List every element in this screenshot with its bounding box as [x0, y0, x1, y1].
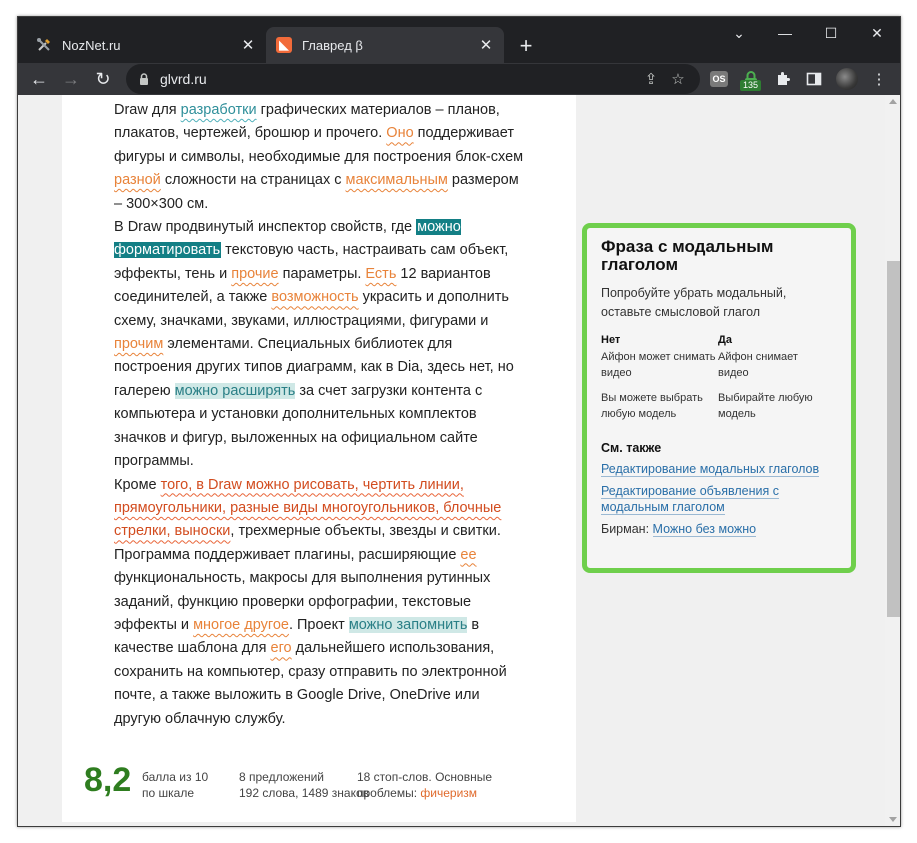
stopword-summary: 18 стоп-слов. Основные проблемы: фичериз… [357, 769, 492, 801]
avatar[interactable] [836, 68, 858, 90]
chevron-down-icon[interactable]: ⌄ [716, 17, 762, 49]
warning-word[interactable]: прочим [114, 336, 163, 352]
warning-word[interactable]: разной [114, 172, 161, 188]
author-link[interactable]: Можно без можно [652, 521, 757, 537]
text-counts: 8 предложений 192 слова, 1489 знаков [239, 769, 369, 801]
extension-badge: 135 [740, 80, 762, 91]
text-run: сложности на страницах с [160, 172, 346, 189]
highlighted-phrase[interactable]: можно запомнить [348, 616, 468, 633]
highlighted-phrase[interactable]: можно расширять [174, 382, 296, 399]
editor-paper: Draw для разработки графических материал… [62, 95, 576, 822]
score-caption: балла из 10 по шкале [142, 769, 208, 801]
example-no: Айфон может снимать видео [601, 350, 716, 380]
url-text: glvrd.ru [160, 71, 207, 87]
new-tab-button[interactable]: + [512, 32, 540, 60]
no-header: Нет [601, 334, 621, 346]
glvrd-icon: ◣ [276, 37, 292, 53]
lock-icon [140, 73, 148, 85]
text-run: . Проект [288, 616, 349, 633]
author-label: Бирман: [601, 521, 650, 536]
warning-word[interactable]: многое другое [193, 617, 289, 633]
side-panel-icon[interactable] [803, 68, 825, 90]
see-also-link[interactable]: Редактирование модальных глаголов [601, 461, 820, 477]
tab-glvrd[interactable]: ◣ Главред β ✕ [266, 27, 504, 63]
score-caption-line: по шкале [142, 786, 194, 800]
star-icon[interactable]: ☆ [668, 69, 688, 89]
text-run: параметры. [278, 265, 366, 282]
article-paragraph: Draw для разработки графических материал… [114, 99, 524, 216]
scroll-thumb[interactable] [887, 261, 900, 617]
extension-os-icon[interactable]: OS [710, 71, 728, 87]
warning-word[interactable]: Оно [386, 125, 413, 141]
scrollbar[interactable] [885, 95, 900, 826]
window-close-button[interactable]: ✕ [854, 17, 900, 49]
article-paragraph: В Draw продвинутый инспектор свойств, гд… [114, 216, 524, 473]
score-caption-line: балла из 10 [142, 770, 209, 784]
examples-grid: Нет Да Айфон может снимать видео Айфон с… [601, 332, 837, 431]
stats-panel: 8,2 балла из 10 по шкале 8 предложений 1… [84, 759, 554, 809]
info-word[interactable]: разработки [181, 102, 257, 118]
back-button[interactable]: ← [25, 65, 53, 93]
word-count: 192 слова, 1489 знаков [239, 786, 370, 800]
tools-icon [36, 37, 52, 53]
sentence-count: 8 предложений [239, 770, 325, 784]
text-run: Draw для [114, 102, 181, 118]
warning-word[interactable]: возможность [271, 289, 358, 305]
page-viewport: Draw для разработки графических материал… [18, 95, 900, 826]
text-run: Кроме [114, 476, 161, 493]
see-also-heading: См. также [601, 440, 662, 455]
address-bar[interactable]: glvrd.ru ⇪ ☆ [126, 64, 700, 94]
article-text[interactable]: Draw для разработки графических материал… [114, 99, 524, 731]
problems-label: проблемы: [357, 786, 418, 800]
minimize-button[interactable]: — [762, 17, 808, 49]
see-also-link[interactable]: Редактирование объявления с модальным гл… [601, 483, 779, 515]
score-value: 8,2 [84, 761, 132, 799]
yes-header: Да [718, 334, 732, 346]
warning-word[interactable]: его [271, 640, 292, 656]
tab-title: Главред β [302, 37, 363, 53]
text-run: В Draw продвинутый инспектор свойств, гд… [114, 219, 417, 236]
warning-word[interactable]: максимальным [346, 172, 448, 188]
rule-title: Фраза с модальным глаголом [601, 237, 774, 274]
close-icon[interactable]: ✕ [478, 37, 494, 54]
maximize-button[interactable]: ☐ [808, 17, 854, 49]
puzzle-icon[interactable] [772, 68, 794, 90]
rule-tooltip-card: Фраза с модальным глаголом Попробуйте уб… [582, 223, 856, 573]
scroll-down-icon[interactable] [889, 817, 897, 822]
warning-word[interactable]: прочие [231, 266, 278, 282]
rule-description: Попробуйте убрать модальный, оставьте см… [601, 286, 787, 319]
reload-button[interactable]: ↻ [89, 65, 117, 93]
warning-word[interactable]: Есть [365, 266, 396, 282]
browser-toolbar: ← → ↻ glvrd.ru ⇪ ☆ OS 135 ⋮ [18, 63, 900, 95]
problem-link[interactable]: фичеризм [420, 786, 477, 800]
tab-strip: NozNet.ru ✕ ◣ Главред β ✕ + ⌄ — ☐ ✕ [18, 17, 900, 63]
example-yes: Айфон снимает видео [718, 350, 798, 380]
scroll-up-icon[interactable] [889, 99, 897, 104]
browser-window: NozNet.ru ✕ ◣ Главред β ✕ + ⌄ — ☐ ✕ ← → … [17, 16, 901, 827]
author-line: Бирман: Можно без можно [601, 521, 837, 537]
example-yes: Выбирайте любую модель [718, 391, 813, 421]
article-paragraph: Кроме того, в Draw можно рисовать, черти… [114, 474, 524, 731]
tab-title: NozNet.ru [62, 37, 121, 53]
warning-word[interactable]: ее [460, 547, 476, 563]
stopword-count: 18 стоп-слов. Основные [357, 770, 492, 784]
close-icon[interactable]: ✕ [240, 37, 256, 54]
menu-icon[interactable]: ⋮ [868, 68, 890, 90]
share-icon[interactable]: ⇪ [641, 69, 661, 89]
example-no: Вы можете выбрать любую модель [601, 391, 703, 421]
tab-noznet[interactable]: NozNet.ru ✕ [26, 27, 266, 63]
forward-button[interactable]: → [57, 65, 85, 93]
